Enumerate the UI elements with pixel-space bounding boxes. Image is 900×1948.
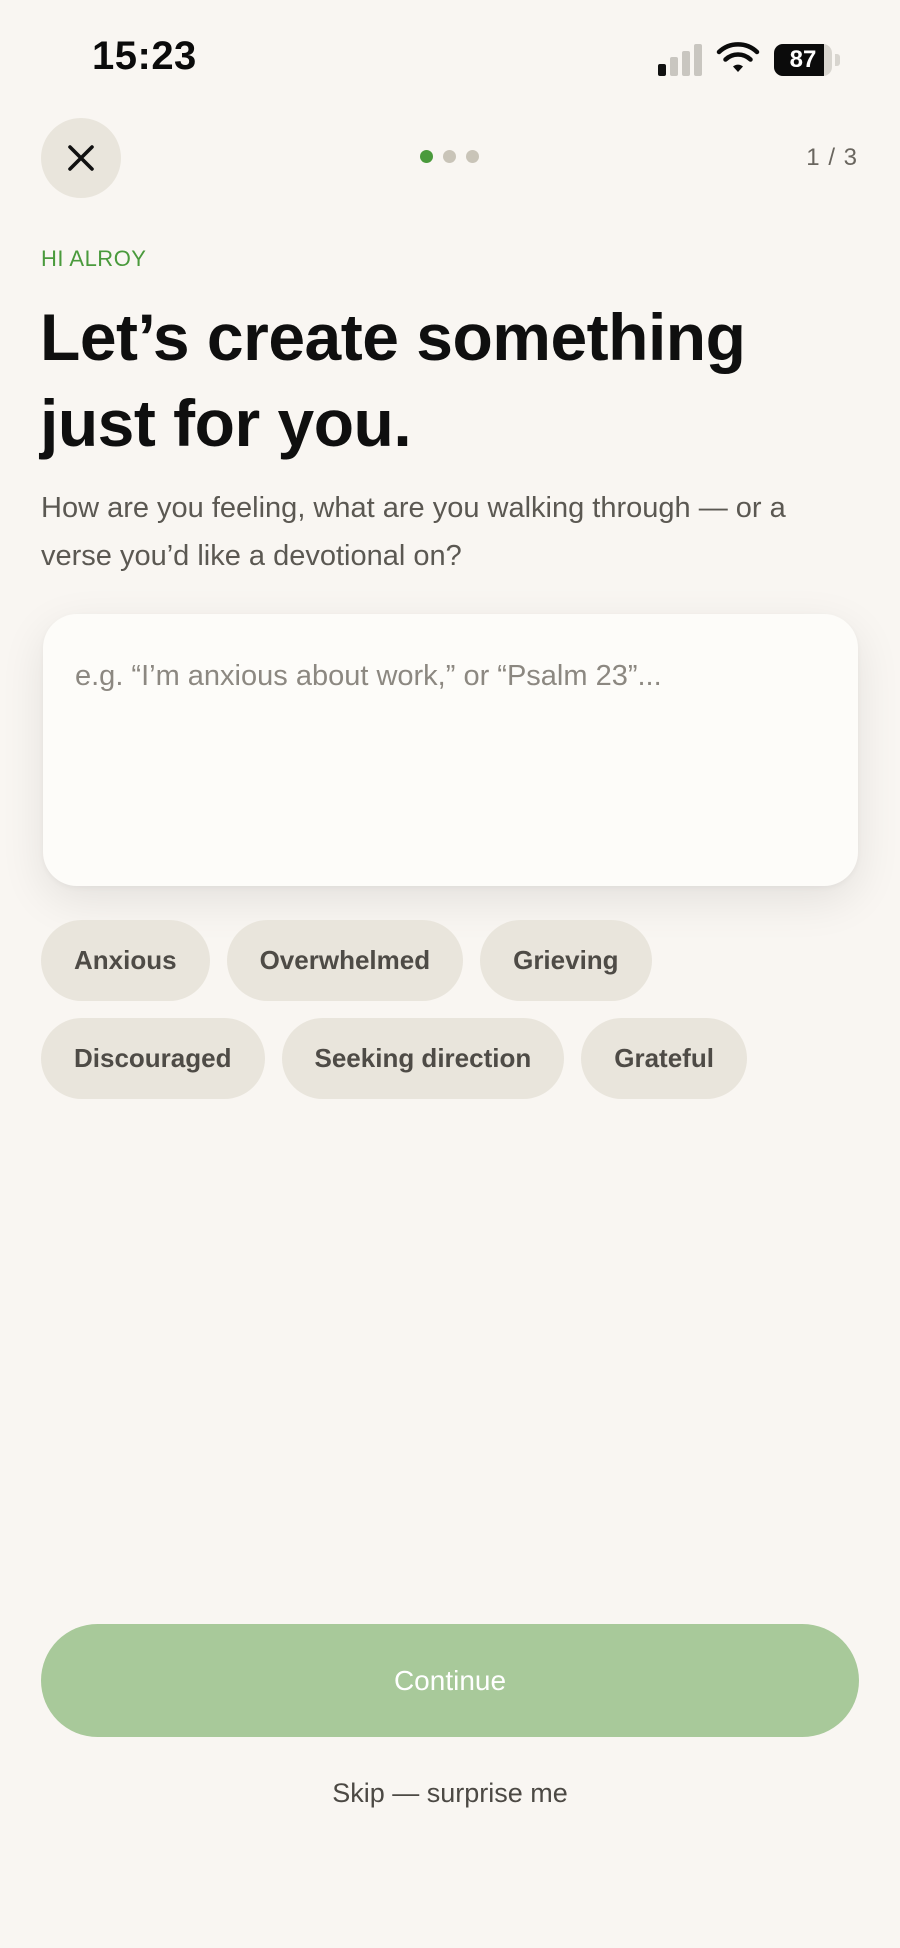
prompt-input[interactable] xyxy=(75,656,825,856)
step-counter: 1 / 3 xyxy=(806,144,858,171)
progress-dot-active xyxy=(420,150,433,163)
battery-icon: 87 xyxy=(774,44,840,76)
chip-seeking-direction[interactable]: Seeking direction xyxy=(281,1018,565,1099)
greeting-label: HI ALROY xyxy=(41,246,147,271)
status-time: 15:23 xyxy=(92,34,197,78)
status-bar: 15:23 87 xyxy=(0,0,900,110)
page-subtitle: How are you feeling, what are you walkin… xyxy=(41,492,786,572)
chip-anxious[interactable]: Anxious xyxy=(41,920,210,1001)
progress-dots xyxy=(418,150,482,164)
close-button[interactable] xyxy=(41,118,121,198)
continue-button[interactable]: Continue xyxy=(41,1624,859,1737)
signal-icon xyxy=(658,44,704,76)
chip-row: Discouraged Seeking direction Grateful xyxy=(41,1018,861,1099)
close-icon xyxy=(68,145,94,171)
page-title: Let’s create something just for you. xyxy=(40,300,746,460)
wifi-icon xyxy=(716,42,760,72)
battery-level: 87 xyxy=(789,46,817,73)
progress-dot xyxy=(443,150,456,163)
chip-grieving[interactable]: Grieving xyxy=(480,920,652,1001)
chip-row: Anxious Overwhelmed Grieving xyxy=(41,920,861,1001)
chip-discouraged[interactable]: Discouraged xyxy=(41,1018,265,1099)
chip-overwhelmed[interactable]: Overwhelmed xyxy=(226,920,464,1001)
chip-grateful[interactable]: Grateful xyxy=(581,1018,747,1099)
mood-chips: Anxious Overwhelmed Grieving Discouraged… xyxy=(41,920,861,1116)
prompt-input-card xyxy=(43,614,858,886)
progress-dot xyxy=(466,150,479,163)
skip-link[interactable]: Skip — surprise me xyxy=(0,1778,900,1809)
